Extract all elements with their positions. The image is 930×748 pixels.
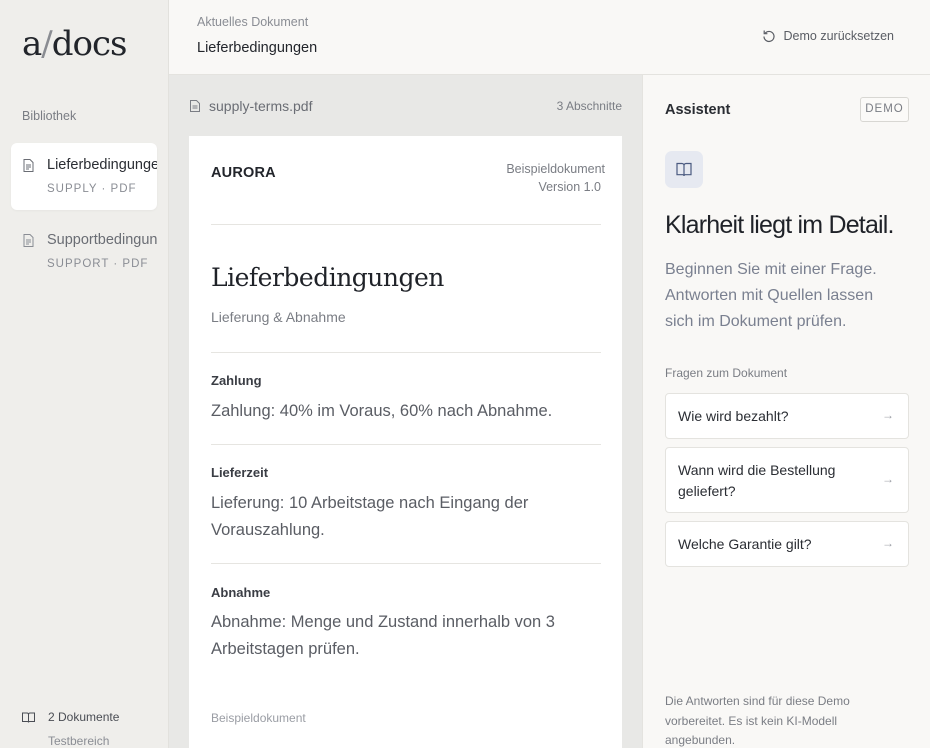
divider [211, 563, 601, 564]
section-text-zahlung[interactable]: Zahlung: 40% im Voraus, 60% nach Abnahme… [211, 398, 591, 425]
sidebar-item-title: Lieferbedingungen [47, 157, 157, 173]
divider [211, 444, 601, 445]
assistant-intro: Beginnen Sie mit einer Frage. Antworten … [665, 261, 877, 330]
arrow-right-icon: → [882, 472, 894, 486]
workspace-name: Testbereich [48, 734, 110, 748]
assistant-disclaimer: Die Antworten sind für diese Demo vorber… [665, 694, 850, 747]
arrow-right-icon: → [882, 408, 894, 422]
file-icon [23, 234, 34, 247]
section-label-zahlung: Zahlung [211, 373, 262, 388]
section-text-abnahme[interactable]: Abnahme: Menge und Zustand innerhalb von… [211, 609, 591, 663]
question-text: Welche Garantie gilt? [678, 536, 812, 552]
book-icon [22, 712, 35, 723]
assistant-headline: Klarheit liegt im Detail. [665, 211, 895, 239]
document-version: Version 1.0 [538, 180, 601, 194]
top-bar: Aktuelles Dokument Lieferbedingungen Dem… [169, 0, 930, 75]
logo-docs: docs [51, 24, 128, 64]
question-button-payment[interactable]: Wie wird bezahlt? → [665, 393, 909, 439]
assistant-title: Assistent [665, 102, 731, 118]
library-label: Bibliothek [22, 109, 77, 123]
sidebar-item-supportbedingungen[interactable]: Supportbedingungen SUPPORT · PDF [11, 218, 157, 285]
current-document-title: Lieferbedingungen [197, 40, 318, 56]
document-page: AURORA Beispieldokument Version 1.0 Lief… [189, 136, 622, 748]
question-button-warranty[interactable]: Welche Garantie gilt? → [665, 521, 909, 567]
document-count: 2 Dokumente [48, 710, 120, 724]
document-heading: Lieferbedingungen [211, 263, 444, 292]
sidebar-item-title: Supportbedingungen [47, 232, 157, 248]
file-icon [23, 159, 34, 172]
logo-a: a [22, 24, 42, 64]
book-open-icon [676, 162, 692, 177]
questions-label: Fragen zum Dokument [665, 366, 788, 380]
sidebar-item-subtitle: SUPPORT · PDF [47, 258, 149, 270]
arrow-right-icon: → [882, 536, 894, 550]
document-footer: Beispieldokument [211, 711, 306, 725]
app-logo[interactable]: a/docs [22, 24, 128, 64]
reset-demo-label: Demo zurücksetzen [783, 29, 894, 43]
sidebar-item-subtitle: SUPPLY · PDF [47, 183, 137, 195]
question-button-delivery[interactable]: Wann wird die Bestellung geliefert? → [665, 447, 909, 513]
logo-slash: / [41, 24, 53, 64]
file-icon [190, 100, 200, 112]
demo-badge: DEMO [860, 97, 909, 122]
file-name: supply-terms.pdf [209, 98, 313, 114]
sidebar: a/docs Bibliothek Lieferbedingungen SUPP… [0, 0, 169, 748]
section-label-abnahme: Abnahme [211, 585, 271, 600]
reset-icon [762, 30, 775, 43]
question-text: Wie wird bezahlt? [678, 408, 789, 424]
divider [211, 224, 601, 225]
file-bar: supply-terms.pdf 3 Abschnitte [189, 97, 622, 117]
sections-count: 3 Abschnitte [556, 99, 622, 113]
question-text: Wann wird die Bestellung geliefert? [678, 462, 836, 499]
reset-demo-button[interactable]: Demo zurücksetzen [762, 29, 894, 43]
assistant-panel: Assistent DEMO Klarheit liegt im Detail.… [642, 75, 930, 748]
section-label-lieferzeit: Lieferzeit [211, 465, 269, 480]
document-viewer: supply-terms.pdf 3 Abschnitte AURORA Bei… [169, 75, 642, 748]
section-text-lieferzeit[interactable]: Lieferung: 10 Arbeitstage nach Eingang d… [211, 490, 591, 544]
assistant-icon [665, 151, 703, 188]
divider [211, 352, 601, 353]
document-type: Beispieldokument [506, 162, 605, 176]
document-brand: AURORA [211, 165, 276, 181]
document-subheading: Lieferung & Abnahme [211, 309, 346, 325]
current-document-label: Aktuelles Dokument [197, 15, 309, 29]
sidebar-item-lieferbedingungen[interactable]: Lieferbedingungen SUPPLY · PDF [11, 143, 157, 210]
